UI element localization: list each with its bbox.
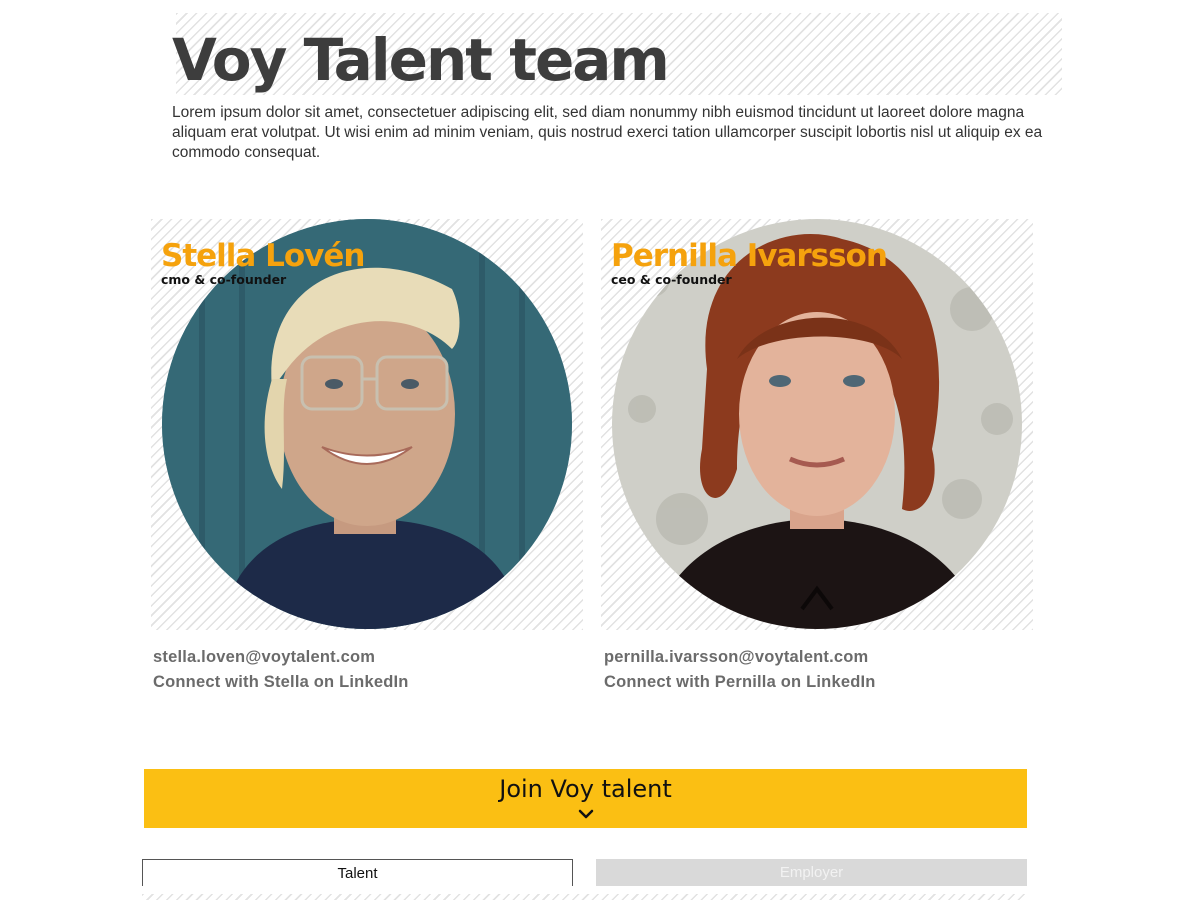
chevron-down-icon bbox=[578, 809, 593, 819]
team-member-role: cmo & co-founder bbox=[161, 272, 287, 287]
email-link-pernilla[interactable]: pernilla.ivarsson@voytalent.com bbox=[604, 645, 876, 670]
team-member-name: Stella Lovén bbox=[161, 238, 365, 274]
join-label: Join Voy talent bbox=[499, 775, 672, 803]
linkedin-link-stella[interactable]: Connect with Stella on LinkedIn bbox=[153, 670, 409, 695]
page-title: Voy Talent team bbox=[172, 26, 670, 94]
tab-talent[interactable]: Talent bbox=[142, 859, 573, 886]
team-card-pernilla: Pernilla Ivarsson ceo & co-founder bbox=[601, 219, 1033, 630]
team-card-stella: Stella Lovén cmo & co-founder bbox=[151, 219, 583, 630]
email-link-stella[interactable]: stella.loven@voytalent.com bbox=[153, 645, 409, 670]
linkedin-link-pernilla[interactable]: Connect with Pernilla on LinkedIn bbox=[604, 670, 876, 695]
contact-pernilla: pernilla.ivarsson@voytalent.com Connect … bbox=[604, 645, 876, 695]
team-member-name: Pernilla Ivarsson bbox=[611, 238, 888, 274]
join-voy-talent-button[interactable]: Join Voy talent bbox=[144, 769, 1027, 828]
form-stripe-divider bbox=[142, 894, 1027, 900]
intro-text: Lorem ipsum dolor sit amet, consectetuer… bbox=[172, 104, 1043, 161]
contact-stella: stella.loven@voytalent.com Connect with … bbox=[153, 645, 409, 695]
tab-employer[interactable]: Employer bbox=[596, 859, 1027, 886]
team-member-role: ceo & co-founder bbox=[611, 272, 732, 287]
